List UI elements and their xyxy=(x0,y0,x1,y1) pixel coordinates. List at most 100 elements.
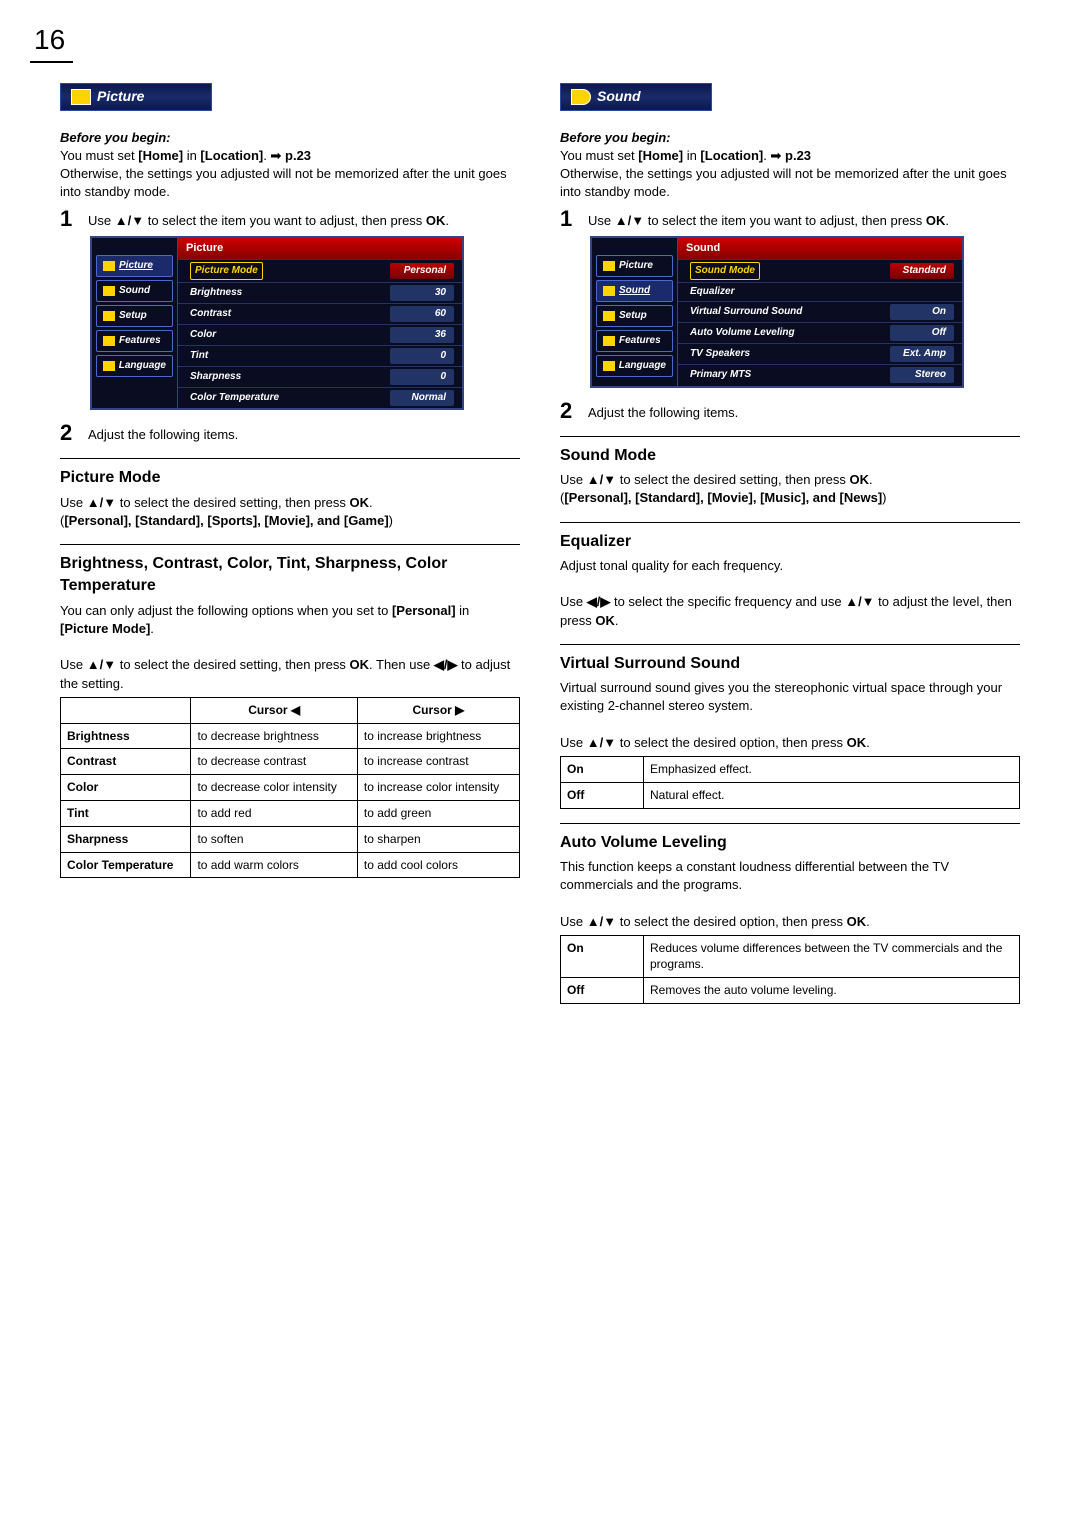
row-label: Tint xyxy=(61,800,191,826)
table-row: Tintto add redto add green xyxy=(61,800,520,826)
row-right: to increase contrast xyxy=(357,749,519,775)
vss-text2: Use ▲/▼ to select the desired option, th… xyxy=(560,734,1020,752)
picture-icon xyxy=(71,89,91,105)
row-right: to add green xyxy=(357,800,519,826)
table-row: OnEmphasized effect. xyxy=(561,756,1020,782)
row-val: Emphasized effect. xyxy=(644,756,1020,782)
osd-side-icon xyxy=(103,336,115,346)
row-left: to decrease contrast xyxy=(191,749,357,775)
osd-row: Brightness30 xyxy=(178,282,462,303)
leftright-icon: ◀/▶ xyxy=(587,594,611,609)
osd-row: Picture ModePersonal xyxy=(178,259,462,282)
goto-icon: ➟ xyxy=(270,148,281,163)
osd-side-item: Sound xyxy=(96,280,173,302)
table-row: OnReduces volume differences between the… xyxy=(561,935,1020,978)
osd-header: Picture xyxy=(178,238,462,259)
osd-row-val: Stereo xyxy=(890,367,954,383)
osd-side-icon xyxy=(103,311,115,321)
osd-row-key: Contrast xyxy=(190,307,231,321)
osd-row: Sharpness0 xyxy=(178,366,462,387)
table-row: Colorto decrease color intensityto incre… xyxy=(61,775,520,801)
row-right: to add cool colors xyxy=(357,852,519,878)
osd-row: Tint0 xyxy=(178,345,462,366)
equalizer-text1: Adjust tonal quality for each frequency. xyxy=(560,557,1020,575)
row-label: Color Temperature xyxy=(61,852,191,878)
step-1: 1 Use ▲/▼ to select the item you want to… xyxy=(560,208,1020,230)
osd-side-icon xyxy=(603,361,615,371)
picture-osd: PictureSoundSetupFeaturesLanguage Pictur… xyxy=(90,236,464,410)
picture-mode-text: Use ▲/▼ to select the desired setting, t… xyxy=(60,494,520,530)
avl-table: OnReduces volume differences between the… xyxy=(560,935,1020,1004)
bcct-text2: Use ▲/▼ to select the desired setting, t… xyxy=(60,656,520,692)
sound-osd: PictureSoundSetupFeaturesLanguage Sound … xyxy=(590,236,964,388)
equalizer-heading: Equalizer xyxy=(560,531,1020,553)
osd-side-item: Picture xyxy=(96,255,173,277)
sound-tab: Sound xyxy=(560,83,712,111)
row-right: to increase color intensity xyxy=(357,775,519,801)
row-label: Brightness xyxy=(61,723,191,749)
page-number: 16 xyxy=(30,20,73,63)
osd-header: Sound xyxy=(678,238,962,259)
leftright-icon: ◀/▶ xyxy=(434,657,458,672)
row-left: to decrease color intensity xyxy=(191,775,357,801)
osd-row-val: 36 xyxy=(390,327,454,343)
vss-heading: Virtual Surround Sound xyxy=(560,653,1020,675)
table-row: Contrastto decrease contrastto increase … xyxy=(61,749,520,775)
picture-mode-heading: Picture Mode xyxy=(60,467,520,489)
table-row: Color Temperatureto add warm colorsto ad… xyxy=(61,852,520,878)
osd-row-key: Color Temperature xyxy=(190,391,279,405)
updown-icon: ▲/▼ xyxy=(87,657,116,672)
sound-mode-heading: Sound Mode xyxy=(560,445,1020,467)
sound-tab-label: Sound xyxy=(597,87,641,107)
updown-icon: ▲/▼ xyxy=(87,495,116,510)
osd-row-val: On xyxy=(890,304,954,320)
updown-icon: ▲/▼ xyxy=(587,914,616,929)
osd-row-key: Sound Mode xyxy=(690,262,760,280)
osd-side-label: Features xyxy=(619,334,661,348)
osd-row: Color Temperature Normal xyxy=(178,387,462,408)
sound-icon xyxy=(571,89,591,105)
osd-row-key: TV Speakers xyxy=(690,347,750,361)
row-key: On xyxy=(561,756,644,782)
before-text2: Otherwise, the settings you adjusted wil… xyxy=(560,165,1020,201)
row-val: Natural effect. xyxy=(644,782,1020,808)
table-row: Sharpnessto softento sharpen xyxy=(61,826,520,852)
row-left: to add red xyxy=(191,800,357,826)
table-row: OffRemoves the auto volume leveling. xyxy=(561,978,1020,1004)
osd-row-val: Normal xyxy=(390,390,454,406)
updown-icon: ▲/▼ xyxy=(587,735,616,750)
picture-column: Picture Before you begin: You must set [… xyxy=(60,83,520,1004)
osd-row-key: Virtual Surround Sound xyxy=(690,305,802,319)
row-val: Reduces volume differences between the T… xyxy=(644,935,1020,978)
osd-row: TV SpeakersExt. Amp xyxy=(678,343,962,364)
osd-row: Virtual Surround Sound On xyxy=(678,301,962,322)
osd-side-icon xyxy=(103,261,115,271)
avl-text1: This function keeps a constant loudness … xyxy=(560,858,1020,894)
sound-column: Sound Before you begin: You must set [Ho… xyxy=(560,83,1020,1004)
row-right: to sharpen xyxy=(357,826,519,852)
step-num: 1 xyxy=(560,208,578,230)
cursor-table: Cursor ◀ Cursor ▶ Brightnessto decrease … xyxy=(60,697,520,879)
table-row: Brightnessto decrease brightnessto incre… xyxy=(61,723,520,749)
osd-row-key: Brightness xyxy=(190,286,242,300)
osd-row: Auto Volume LevelingOff xyxy=(678,322,962,343)
osd-row-key: Primary MTS xyxy=(690,368,751,382)
row-key: Off xyxy=(561,978,644,1004)
osd-side-icon xyxy=(603,336,615,346)
osd-row-val: Standard xyxy=(890,263,954,279)
osd-side-label: Features xyxy=(119,334,161,348)
row-key: Off xyxy=(561,782,644,808)
osd-row: Contrast 60 xyxy=(178,303,462,324)
th-cursor-right: Cursor ▶ xyxy=(357,697,519,723)
row-label: Sharpness xyxy=(61,826,191,852)
osd-row: Equalizer xyxy=(678,282,962,301)
osd-row-val: 60 xyxy=(390,306,454,322)
before-heading: Before you begin: xyxy=(560,129,1020,147)
updown-icon: ▲/▼ xyxy=(115,213,144,228)
osd-row-key: Color xyxy=(190,328,216,342)
osd-side-item: Language xyxy=(596,355,673,377)
osd-side-icon xyxy=(603,311,615,321)
osd-row-val: 0 xyxy=(390,348,454,364)
sound-mode-text: Use ▲/▼ to select the desired setting, t… xyxy=(560,471,1020,507)
step-num: 2 xyxy=(560,400,578,422)
